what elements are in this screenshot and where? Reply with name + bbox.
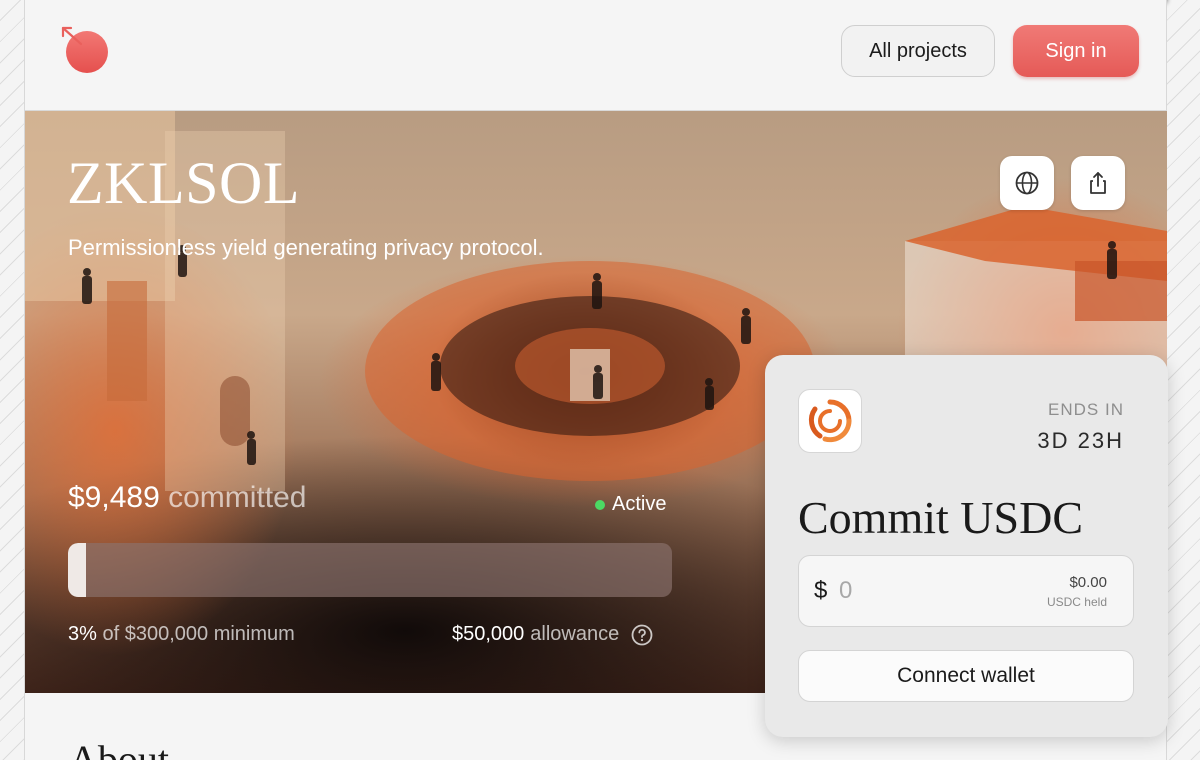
commit-amount-input[interactable] (839, 574, 1009, 608)
question-circle-icon[interactable] (631, 624, 653, 646)
token-logo-icon (798, 389, 862, 453)
commit-card: ENDS IN 3D 23H Commit USDC $ $0.00 USDC … (765, 355, 1168, 737)
about-heading: About (69, 737, 169, 760)
usdc-held-value: $0.00 (1069, 574, 1107, 591)
share-button[interactable] (1071, 156, 1125, 210)
page: All projects Sign in ZKLSOL Permissionle… (24, 0, 1168, 760)
status-label: Active (612, 493, 667, 515)
committed-amount: $9,489 (68, 481, 160, 514)
globe-icon (1015, 171, 1039, 195)
website-button[interactable] (1000, 156, 1054, 210)
minimum-label: minimum (213, 623, 295, 645)
commit-title: Commit USDC (798, 492, 1084, 543)
brand-logo-icon[interactable] (59, 22, 115, 78)
minimum-progress-text: 3% of $300,000 minimum (68, 623, 295, 646)
committed-label: committed (168, 481, 307, 514)
commitment-progress-bar (68, 543, 672, 597)
status-dot (595, 499, 605, 510)
allowance-label: allowance (530, 623, 620, 645)
share-icon (1090, 172, 1106, 194)
usdc-held-label: USDC held (1046, 595, 1107, 609)
currency-symbol: $ (814, 577, 828, 604)
project-tagline: Permissionless yield generating privacy … (68, 235, 544, 260)
project-title: ZKLSOL (67, 150, 300, 216)
ends-in-label: ENDS IN (1048, 400, 1124, 419)
progress-of: of (102, 623, 120, 645)
progress-fill (68, 543, 87, 597)
status-badge: Active (595, 493, 666, 516)
minimum-amount: $300,000 (124, 623, 209, 645)
ends-in-countdown: 3D 23H (1037, 428, 1124, 453)
allowance-text: $50,000 allowance (452, 623, 653, 646)
allowance-amount: $50,000 (452, 623, 525, 645)
all-projects-button[interactable]: All projects (841, 25, 995, 77)
sign-in-button[interactable]: Sign in (1013, 25, 1139, 77)
connect-wallet-button[interactable]: Connect wallet (798, 650, 1134, 702)
progress-percent: 3% (68, 623, 97, 645)
top-navigation-bar: All projects Sign in (25, 0, 1166, 111)
commit-amount-field: $ $0.00 USDC held (798, 555, 1134, 627)
committed-total: $9,489 committed (68, 481, 306, 515)
